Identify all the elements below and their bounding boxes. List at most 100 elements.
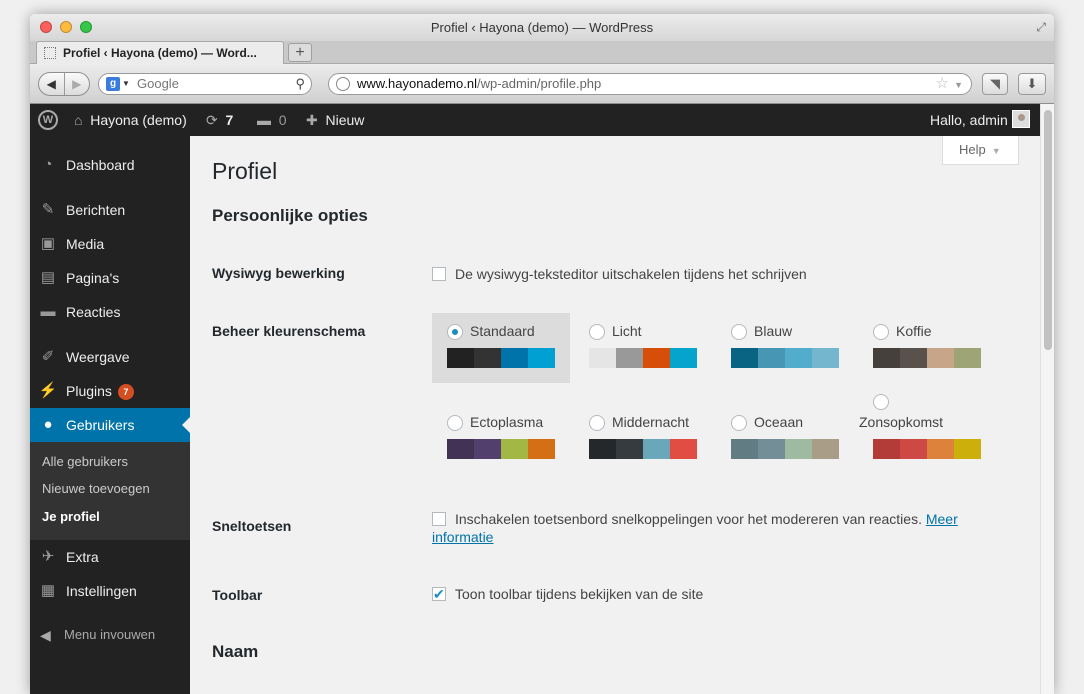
color-scheme-radio[interactable] [447, 415, 463, 431]
new-tab-button[interactable]: + [288, 43, 312, 62]
bookmark-star-icon[interactable]: ☆ [936, 74, 949, 94]
color-swatch [812, 439, 839, 459]
help-button[interactable]: Help ▼ [942, 136, 1019, 165]
fullscreen-icon[interactable]: ⤢ [1036, 20, 1046, 34]
pin-icon: ✎ [41, 201, 55, 218]
sidebar-item-extra[interactable]: ✈ Extra [30, 540, 190, 574]
submenu-all-users[interactable]: Alle gebruikers [42, 454, 128, 469]
toolbar-checkbox[interactable] [432, 585, 446, 604]
comments-link[interactable]: ▬ 0 [257, 104, 287, 136]
color-swatch [731, 439, 758, 459]
color-scheme-radio[interactable] [589, 415, 605, 431]
color-swatch [528, 348, 555, 368]
color-scheme-name: Zonsopkomst [859, 414, 944, 430]
close-window-button[interactable] [40, 21, 52, 33]
color-scheme-option[interactable]: Oceaan [716, 404, 854, 474]
sidebar-item-media[interactable]: ▣ Media [30, 227, 190, 261]
shortcuts-checkbox[interactable] [432, 512, 446, 526]
scrollbar-thumb[interactable] [1044, 110, 1052, 350]
color-scheme-option[interactable]: Ectoplasma [432, 404, 570, 474]
color-palette [589, 348, 697, 368]
account-link[interactable]: Hallo, admin [930, 104, 1008, 136]
plus-icon: ✚ [306, 112, 318, 128]
plugin-icon: ⚡ [38, 382, 58, 399]
color-scheme-radio[interactable] [873, 394, 889, 410]
chevron-down-icon[interactable]: ▼ [954, 75, 963, 95]
color-swatch [758, 348, 785, 368]
color-swatch [501, 439, 528, 459]
color-scheme-radio[interactable] [731, 415, 747, 431]
sidebar-item-label: Extra [66, 549, 99, 565]
admin-bar: W ⌂ Hayona (demo) ⟳ 7 ▬ 0 ✚ Nieuw Hallo,… [30, 104, 1040, 136]
sidebar-item-weergave[interactable]: ✐ Weergave [30, 340, 190, 374]
sidebar-item-label: Gebruikers [66, 417, 135, 433]
sidebar-item-gebruikers[interactable]: ● Gebruikers [30, 408, 190, 442]
toolbar-text: Toon toolbar tijdens bekijken van de sit… [455, 586, 704, 602]
color-scheme-radio[interactable] [589, 324, 605, 340]
collapse-arrow-icon: ◀ [40, 627, 51, 643]
zoom-window-button[interactable] [80, 21, 92, 33]
sidebar-item-plugins[interactable]: ⚡ Plugins 7 [30, 374, 190, 408]
color-swatch [927, 348, 954, 368]
sidebar-item-label: Instellingen [66, 583, 137, 599]
address-bar[interactable]: www.hayonademo.nl/wp-admin/profile.php ☆… [328, 73, 972, 95]
minimize-window-button[interactable] [60, 21, 72, 33]
color-scheme-option[interactable]: Licht [574, 313, 712, 383]
more-info-link[interactable]: Meer [926, 511, 958, 527]
color-swatch [589, 439, 616, 459]
new-content-link[interactable]: ✚ Nieuw [306, 104, 364, 136]
color-scheme-option[interactable]: Standaard [432, 313, 570, 383]
updates-link[interactable]: ⟳ 7 [206, 104, 233, 136]
search-input[interactable]: g ▼ Google ⚲ [98, 73, 312, 95]
color-scheme-option[interactable]: Zonsopkomst [858, 394, 996, 474]
color-swatch [616, 348, 643, 368]
submenu-your-profile[interactable]: Je profiel [42, 509, 100, 524]
sidebar-item-label: Plugins [66, 383, 112, 399]
collapse-menu-button[interactable]: ◀ Menu invouwen [30, 620, 190, 650]
browser-window: Profiel ‹ Hayona (demo) — WordPress ⤢ Pr… [30, 14, 1054, 694]
color-scheme-option[interactable]: Blauw [716, 313, 854, 383]
submenu-add-new[interactable]: Nieuwe toevoegen [42, 481, 150, 496]
color-scheme-option[interactable]: Koffie [858, 313, 996, 383]
rss-button[interactable]: ◥ [982, 73, 1008, 95]
color-swatch [731, 348, 758, 368]
sidebar-item-label: Media [66, 236, 105, 252]
wysiwyg-text: De wysiwyg-teksteditor uitschakelen tijd… [455, 266, 807, 282]
color-scheme-name: Standaard [470, 323, 535, 339]
sidebar-item-instellingen[interactable]: ▦ Instellingen [30, 574, 190, 608]
color-scheme-name: Ectoplasma [470, 414, 544, 430]
chevron-down-icon: ▼ [122, 79, 130, 88]
avatar[interactable] [1012, 110, 1030, 128]
sidebar-item-reacties[interactable]: ▬ Reacties [30, 295, 190, 329]
color-scheme-name: Oceaan [754, 414, 804, 430]
color-scheme-radio[interactable] [447, 324, 463, 340]
downloads-button[interactable]: ⬇ [1018, 73, 1046, 95]
browser-tab[interactable]: Profiel ‹ Hayona (demo) — Word... [36, 41, 284, 64]
sidebar-item-paginas[interactable]: ▤ Pagina's [30, 261, 190, 295]
color-palette [589, 439, 697, 459]
back-button[interactable]: ◀ [39, 73, 65, 95]
forward-button[interactable]: ▶ [65, 73, 90, 95]
new-label: Nieuw [325, 112, 365, 128]
color-swatch [785, 439, 812, 459]
color-scheme-name: Blauw [754, 323, 793, 339]
color-scheme-radio[interactable] [873, 324, 889, 340]
sidebar-item-dashboard[interactable]: ◔ Dashboard [30, 148, 190, 182]
color-palette [873, 439, 981, 459]
page-viewport: W ⌂ Hayona (demo) ⟳ 7 ▬ 0 ✚ Nieuw Hallo,… [30, 104, 1054, 694]
wysiwyg-checkbox[interactable] [432, 267, 446, 281]
wordpress-logo-icon[interactable]: W [38, 110, 58, 130]
sidebar-item-label: Reacties [66, 304, 121, 320]
color-scheme-option[interactable]: Middernacht [574, 404, 712, 474]
sidebar-item-berichten[interactable]: ✎ Berichten [30, 193, 190, 227]
brush-icon: ✐ [41, 348, 55, 365]
dashboard-icon: ◔ [43, 156, 53, 173]
more-info-link-continued[interactable]: informatie [432, 528, 493, 547]
site-name-link[interactable]: ⌂ Hayona (demo) [74, 104, 187, 136]
color-swatch [758, 439, 785, 459]
color-scheme-name: Licht [612, 323, 642, 339]
color-swatch [670, 348, 697, 368]
color-scheme-radio[interactable] [731, 324, 747, 340]
scrollbar[interactable] [1040, 104, 1054, 694]
search-icon[interactable]: ⚲ [295, 74, 305, 94]
